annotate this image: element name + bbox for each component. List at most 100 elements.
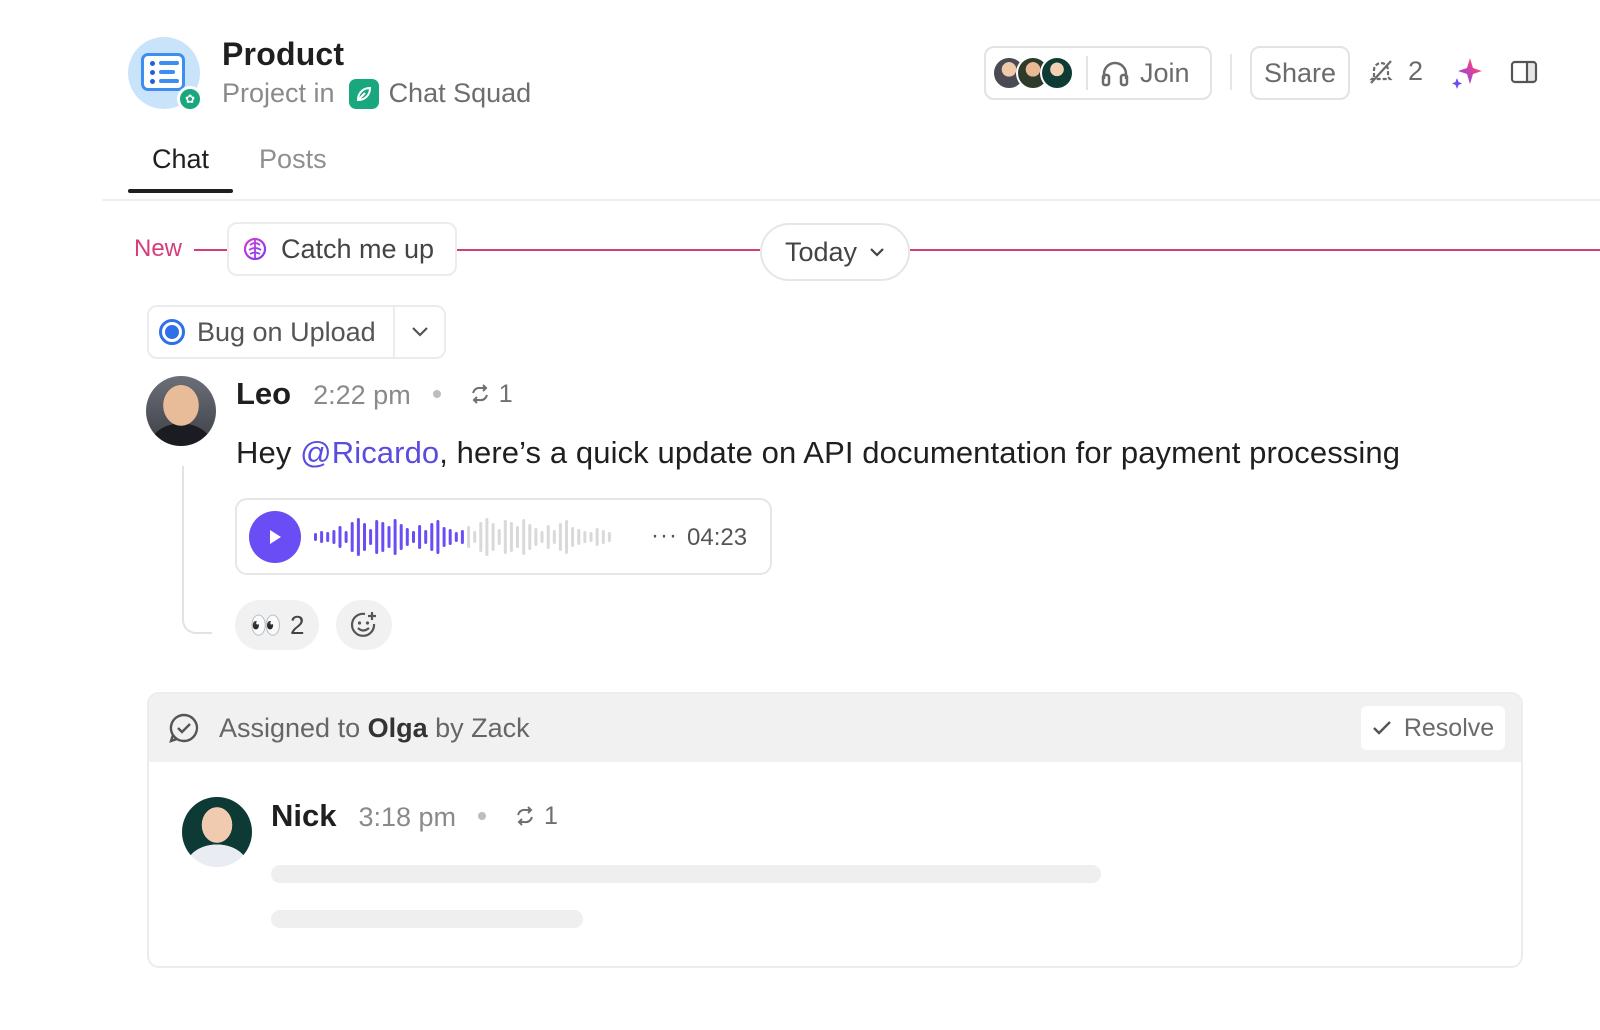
date-label: Today (784, 236, 858, 267)
reply-count: 1 (498, 379, 513, 408)
more-icon[interactable]: ··· (651, 522, 678, 550)
message-author[interactable]: Nick (271, 798, 336, 834)
thread-topic-chip[interactable]: Bug on Upload (147, 305, 446, 359)
sidebar-toggle-icon[interactable] (1510, 58, 1538, 86)
waveform-bar (497, 529, 501, 545)
new-divider-line (910, 249, 1600, 251)
reaction-count: 2 (289, 609, 305, 640)
new-messages-label: New (134, 235, 183, 262)
catch-me-up-button[interactable]: Catch me up (227, 222, 457, 276)
reaction-emoji: 👀 (249, 609, 282, 640)
thread-title: Bug on Upload (197, 316, 376, 347)
waveform-bar (528, 524, 532, 550)
check-icon (1372, 721, 1391, 735)
waveform-bar (607, 532, 611, 542)
sparkle-icon[interactable] (1450, 54, 1484, 90)
waveform-bar (356, 518, 360, 556)
participant-avatars[interactable] (986, 56, 1074, 90)
chevron-down-icon (411, 327, 428, 337)
loading-placeholder (271, 910, 583, 928)
play-icon (270, 530, 281, 544)
avatar[interactable] (146, 376, 216, 446)
play-button[interactable] (249, 511, 301, 563)
waveform-bar (314, 533, 317, 541)
waveform-bar (571, 527, 575, 547)
space-name-link[interactable]: Chat Squad (389, 78, 532, 109)
waveform-bar (565, 520, 568, 554)
waveform-bar (558, 523, 562, 551)
new-divider-line (457, 249, 760, 251)
add-reaction-button[interactable] (336, 600, 392, 650)
waveform-bar (485, 518, 489, 556)
replies-button[interactable]: 1 (469, 380, 513, 409)
waveform-bar (436, 520, 440, 554)
thread-menu-button[interactable] (395, 326, 444, 338)
reply-count: 1 (544, 801, 558, 830)
waveform[interactable] (313, 512, 613, 562)
waveform-bar (350, 522, 354, 552)
waveform-bar (540, 531, 544, 543)
share-button[interactable]: Share (1250, 46, 1350, 100)
avatar[interactable] (182, 797, 252, 867)
header-divider (102, 199, 1600, 201)
followers-button[interactable]: 2 (1366, 56, 1423, 87)
headphones-icon (1101, 61, 1129, 87)
waveform-bar (473, 531, 477, 543)
waveform-bar (418, 525, 422, 549)
check-bubble-icon (169, 713, 199, 743)
waveform-bar (405, 528, 409, 546)
assignment-bar: Assigned to Olga by Zack Resolve (149, 694, 1521, 762)
waveform-bar (577, 529, 581, 545)
waveform-bar (467, 526, 471, 548)
waveform-bar (369, 529, 373, 545)
resolve-button[interactable]: Resolve (1361, 706, 1505, 750)
thread-connector (182, 466, 212, 634)
waveform-bar (509, 522, 513, 552)
reply-arrows-icon (517, 806, 533, 826)
tab-chat[interactable]: Chat (128, 138, 234, 193)
waveform-bar (595, 528, 599, 546)
waveform-bar (516, 526, 519, 548)
message-header: Leo 2:22 pm 1 (236, 376, 513, 412)
follower-count: 2 (1408, 56, 1424, 86)
user-mention[interactable]: @Ricardo (300, 435, 439, 470)
waveform-bar (387, 526, 391, 548)
waveform-bar (399, 524, 403, 550)
waveform-bar (454, 532, 458, 542)
waveform-bar (344, 531, 348, 543)
project-location: Project in Chat Squad (222, 78, 531, 109)
waveform-bar (589, 532, 593, 542)
avatar (1040, 56, 1074, 90)
message-author[interactable]: Leo (236, 376, 291, 412)
waveform-bar (479, 522, 483, 552)
bell-off-icon (1369, 59, 1393, 84)
project-icon: ✿ (128, 37, 203, 112)
assignee-name[interactable]: Olga (368, 713, 428, 743)
list-doc-icon (141, 53, 185, 91)
loading-placeholder (271, 865, 1101, 883)
waveform-bar (363, 523, 366, 551)
message-time: 2:22 pm (313, 380, 411, 410)
leaf-icon: ✿ (177, 86, 203, 112)
waveform-bar (326, 532, 330, 542)
waveform-bar (552, 530, 556, 544)
waveform-bar (442, 527, 446, 547)
assignment-prefix: Assigned to (219, 712, 368, 743)
reaction-pill[interactable]: 👀 2 (235, 600, 319, 650)
reply-arrows-icon (471, 384, 488, 404)
replies-button[interactable]: 1 (514, 802, 558, 831)
waveform-bar (601, 530, 605, 544)
message-time: 3:18 pm (358, 802, 457, 832)
chat-header: ✿ Product Project in Chat Squad Join Sha… (0, 0, 1600, 201)
message-text-end: , here’s a quick update on API documenta… (439, 435, 1401, 470)
message-text-start: Hey (236, 435, 301, 470)
waveform-bar (534, 528, 538, 546)
join-call-button[interactable]: Join (1088, 58, 1190, 89)
waveform-bar (583, 531, 587, 543)
waveform-bar (338, 526, 342, 548)
assigned-comment-card: Assigned to Olga by Zack Resolve Nick 3:… (147, 692, 1523, 968)
message-text: Hey @Ricardo, here’s a quick update on A… (236, 435, 1400, 471)
join-label: Join (1140, 57, 1190, 88)
tab-posts[interactable]: Posts (235, 138, 351, 193)
date-jump-button[interactable]: Today (760, 223, 910, 281)
